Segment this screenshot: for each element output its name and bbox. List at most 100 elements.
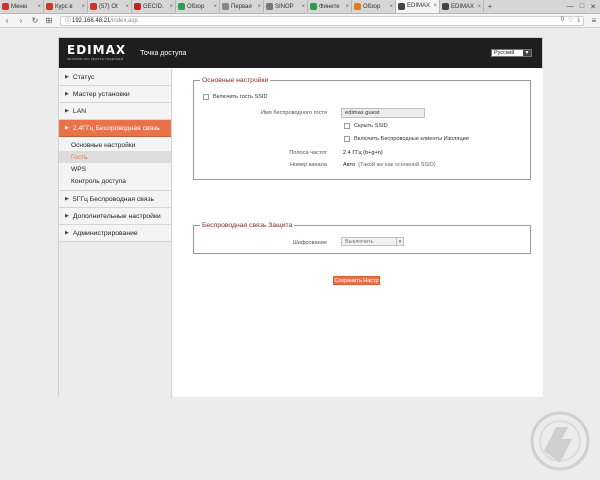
sidebar-item-label: 2.4ГГц Беспроводная связь <box>72 124 160 132</box>
new-tab-button[interactable]: + <box>484 0 496 13</box>
address-input[interactable]: ⓘ 192.168.48.21/index.asp 0 ♡ ⤓ <box>60 15 584 26</box>
browser-tab-bar: Меню × Курс в × (57) Ot × GECID. × Обзор × Первая ×… <box>0 0 600 14</box>
tab-favicon-icon <box>178 3 185 10</box>
close-tab-icon[interactable]: × <box>36 4 41 10</box>
browser-tab[interactable]: (57) Ot × <box>88 0 132 13</box>
tab-label: EDIMAX <box>451 3 475 10</box>
tab-label: GECID. <box>143 3 164 10</box>
band-value: 2.4 ГГц (b+g+n) <box>343 150 383 156</box>
sidebar-item-setup-wizard[interactable]: ▶ Мастер установки <box>59 86 171 103</box>
hide-ssid-label: Скрыть SSID <box>354 123 388 129</box>
guest-ssid-input[interactable]: edimax.guest <box>341 108 425 118</box>
tab-favicon-icon <box>354 3 361 10</box>
sidebar-item-label: LAN <box>72 107 87 115</box>
browser-tab[interactable]: Курс в × <box>44 0 88 13</box>
close-tab-icon[interactable]: × <box>256 4 261 10</box>
submenu-item-basic[interactable]: Основные настройки <box>59 139 171 151</box>
close-tab-icon[interactable]: × <box>344 4 349 10</box>
back-icon[interactable]: ‹ <box>0 16 14 25</box>
sidebar-item-label: 5ГГц Беспроводная связь <box>72 195 155 203</box>
gecid-watermark-logo <box>530 411 590 471</box>
tab-label: EDIMAX <box>407 3 431 9</box>
enable-guest-ssid-checkbox[interactable] <box>203 94 209 100</box>
language-select[interactable]: Русский ▼ <box>491 49 532 57</box>
browser-tab[interactable]: EDIMAX × <box>396 0 440 13</box>
submenu-item-access-control[interactable]: Контроль доступа <box>59 175 171 187</box>
browser-tab[interactable]: SINOP × <box>264 0 308 13</box>
edimax-logo: EDIMAX NETWORKING PEOPLE TOGETHER <box>67 43 127 61</box>
tab-label: Обзор <box>363 3 381 10</box>
triangle-right-icon: ▶ <box>65 196 69 202</box>
triangle-right-icon: ▶ <box>65 74 69 80</box>
triangle-right-icon: ▶ <box>65 230 69 236</box>
save-settings-button[interactable]: Сохранить Настр <box>333 276 380 285</box>
close-tab-icon[interactable]: × <box>476 4 481 10</box>
hide-ssid-checkbox[interactable] <box>344 123 350 129</box>
hide-ssid-row: Скрыть SSID <box>344 123 388 129</box>
sidebar-item-wireless-24[interactable]: ▶ 2.4ГГц Беспроводная связь <box>59 120 171 137</box>
logo-text: EDIMAX <box>67 43 127 57</box>
browser-tab[interactable]: Обзор × <box>352 0 396 13</box>
browser-tab[interactable]: EDIMAX × <box>440 0 484 13</box>
enable-guest-ssid-label: Включить гость SSID <box>213 94 268 100</box>
chevron-down-icon: ▼ <box>523 50 531 56</box>
forward-icon[interactable]: › <box>14 16 28 25</box>
window-controls: — □ ✕ <box>567 0 600 13</box>
sidebar-item-status[interactable]: ▶ Статус <box>59 69 171 86</box>
sidebar-item-label: Дополнительные настройки <box>72 212 161 220</box>
site-info-icon[interactable]: ⓘ <box>64 16 72 25</box>
browser-tab[interactable]: Обзор × <box>176 0 220 13</box>
close-tab-icon[interactable]: × <box>388 4 393 10</box>
sidebar-item-administration[interactable]: ▶ Администрирование <box>59 225 171 242</box>
tab-label: (57) Ot <box>99 3 118 10</box>
close-tab-icon[interactable]: × <box>124 4 129 10</box>
tab-favicon-icon <box>442 3 449 10</box>
sidebar-item-advanced[interactable]: ▶ Дополнительные настройки <box>59 208 171 225</box>
tab-favicon-icon <box>134 3 141 10</box>
enable-guest-ssid-row: Включить гость SSID <box>203 94 268 100</box>
sidebar-item-wireless-5[interactable]: ▶ 5ГГц Беспроводная связь <box>59 191 171 208</box>
encryption-select[interactable]: Выключить ▼ <box>341 237 404 246</box>
tab-label: Фините <box>319 3 340 10</box>
isolation-checkbox[interactable] <box>344 136 350 142</box>
tab-favicon-icon <box>2 3 9 10</box>
tab-favicon-icon <box>46 3 53 10</box>
submenu-item-wps[interactable]: WPS <box>59 163 171 175</box>
reload-icon[interactable]: ↻ <box>28 16 42 25</box>
tab-favicon-icon <box>90 3 97 10</box>
close-tab-icon[interactable]: × <box>432 3 437 9</box>
channel-label: Номер канала <box>289 162 327 168</box>
minimize-button[interactable]: — <box>567 3 574 10</box>
triangle-right-icon: ▶ <box>65 91 69 97</box>
triangle-right-icon: ▶ <box>65 108 69 114</box>
close-tab-icon[interactable]: × <box>212 4 217 10</box>
close-window-button[interactable]: ✕ <box>590 3 596 11</box>
chevron-down-icon: ▼ <box>396 238 403 245</box>
heart-icon[interactable]: ♡ <box>568 17 573 24</box>
tab-favicon-icon <box>398 2 405 10</box>
submenu-item-guest[interactable]: Гость <box>59 151 171 163</box>
maximize-button[interactable]: □ <box>580 3 584 10</box>
browser-tab[interactable]: Меню × <box>0 0 44 13</box>
browser-tab[interactable]: Фините × <box>308 0 352 13</box>
content-area: Основные настройки Включить гость SSID И… <box>173 69 543 397</box>
download-icon[interactable]: ⤓ <box>577 17 580 24</box>
sidebar-item-lan[interactable]: ▶ LAN <box>59 103 171 120</box>
channel-row: Авто (Такой же как основной SSID) <box>343 162 436 168</box>
wireless-security-legend: Беспроводная связь Защита <box>202 222 293 229</box>
tab-label: Курс в <box>55 3 73 10</box>
address-bar-row: ‹ › ↻ ⊞ ⓘ 192.168.48.21/index.asp 0 ♡ ⤓ … <box>0 14 600 28</box>
browser-tab[interactable]: Первая × <box>220 0 264 13</box>
browser-tab[interactable]: GECID. × <box>132 0 176 13</box>
tab-label: Первая <box>231 3 252 10</box>
home-grid-icon[interactable]: ⊞ <box>42 16 56 25</box>
router-admin-page: EDIMAX NETWORKING PEOPLE TOGETHER Точка … <box>58 37 543 397</box>
adblock-count[interactable]: 0 <box>561 17 564 24</box>
ssid-label: Имя беспроводного гостя <box>260 110 327 116</box>
close-tab-icon[interactable]: × <box>300 4 305 10</box>
channel-value: Авто <box>343 162 356 168</box>
close-tab-icon[interactable]: × <box>168 4 173 10</box>
browser-menu-icon[interactable]: ≡ <box>588 16 600 25</box>
close-tab-icon[interactable]: × <box>80 4 85 10</box>
tab-label: Меню <box>11 3 28 10</box>
